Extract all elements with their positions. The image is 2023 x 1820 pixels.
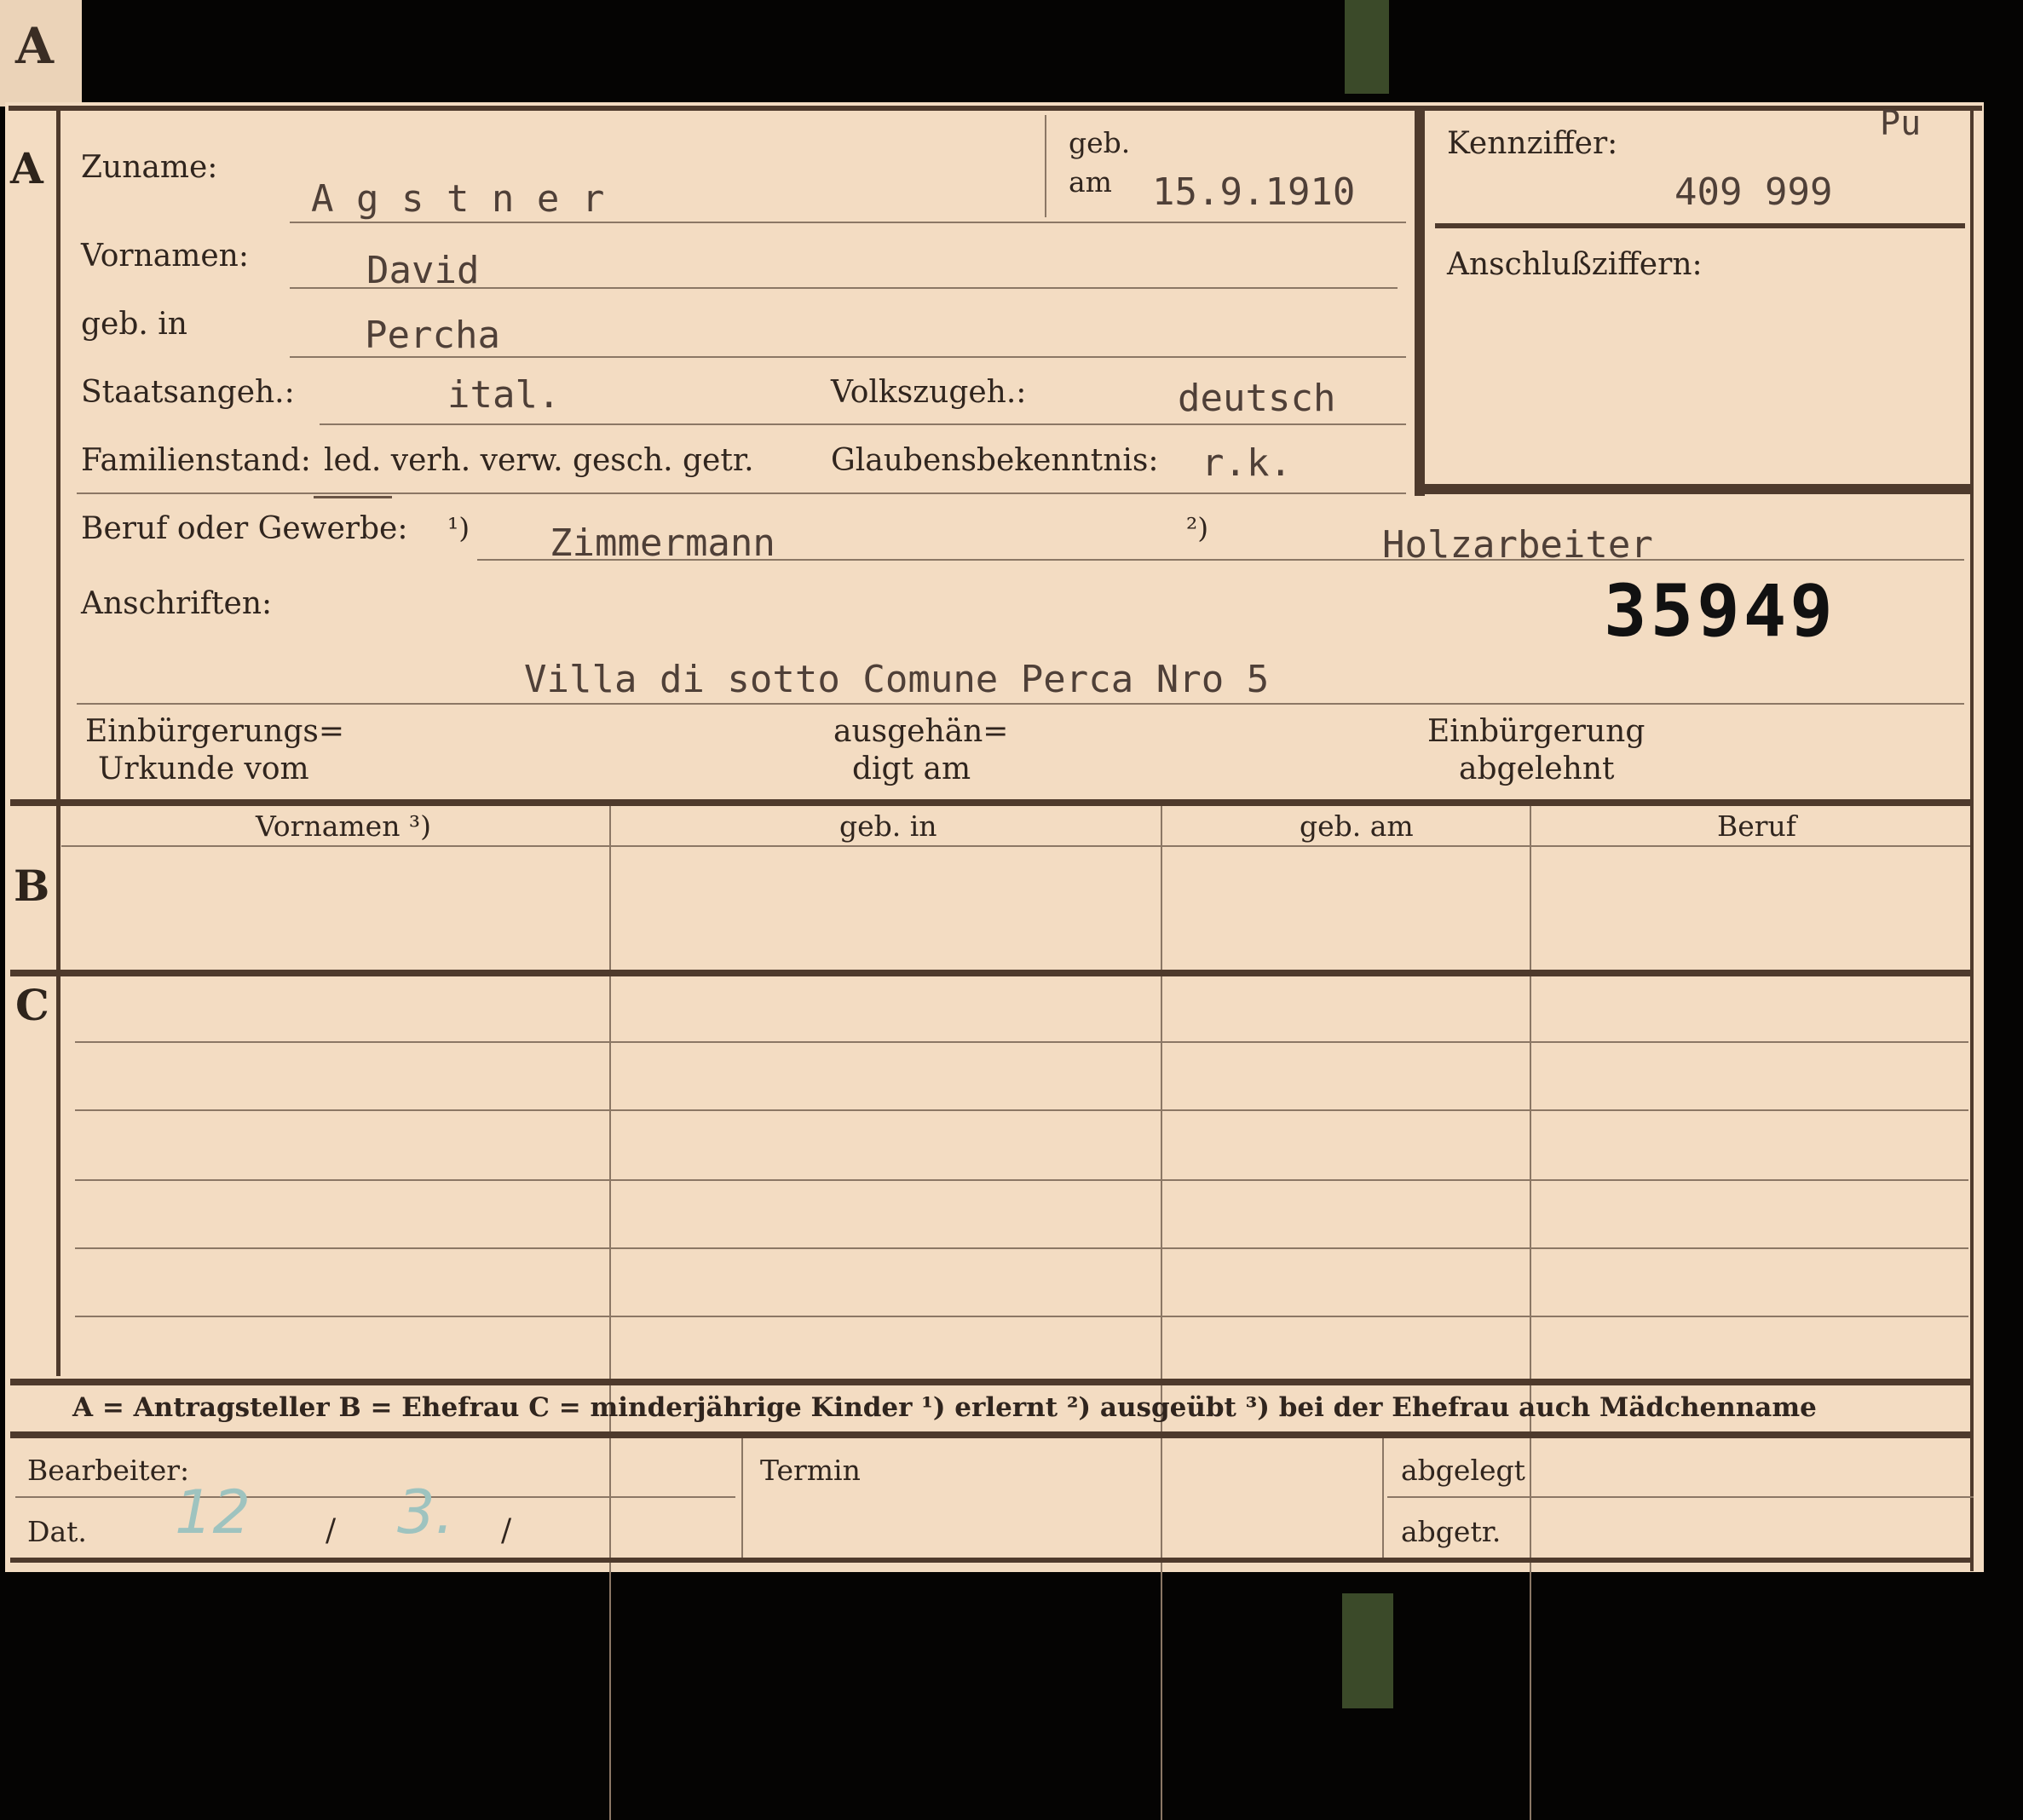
geb-in-label: geb. in <box>81 307 187 342</box>
left-margin-rule <box>56 111 61 1376</box>
zuname-value: A g s t n e r <box>311 177 605 221</box>
c-row-line-1 <box>75 1041 1968 1043</box>
familienstand-label: Familienstand: <box>81 443 311 478</box>
volkszugeh-label: Volkszugeh.: <box>831 375 1027 410</box>
vornamen-value: David <box>366 249 480 292</box>
b-col-divider-1 <box>609 806 611 1820</box>
section-c-letter: C <box>15 980 49 1030</box>
einb-abgelehnt-line2: abgelehnt <box>1459 752 1615 786</box>
film-edge-top <box>1345 0 1389 94</box>
section-c-top-rule <box>10 970 1974 976</box>
anschriften-value: Villa di sotto Comune Perca Nro 5 <box>524 658 1270 701</box>
glaubens-value: r.k. <box>1202 441 1292 485</box>
kennziffer-box-bottom <box>1415 484 1974 494</box>
zuname-divider <box>1045 115 1046 217</box>
dat-sep-2: / <box>501 1513 512 1548</box>
anschluss-label: Anschlußziffern: <box>1447 247 1703 282</box>
c-row-line-2 <box>75 1109 1968 1111</box>
c-row-line-3 <box>75 1179 1968 1181</box>
bearbeiter-underline <box>15 1496 735 1498</box>
b-header-geb-am: geb. am <box>1300 809 1414 843</box>
b-col-divider-2 <box>1161 806 1162 1820</box>
ausgehaendigt-line2: digt am <box>852 752 971 786</box>
beruf-underline <box>477 559 1964 561</box>
vornamen-underline <box>290 287 1398 289</box>
geb-in-value: Percha <box>365 314 500 357</box>
c-row-line-5 <box>75 1316 1968 1317</box>
anschriften-underline <box>77 703 1964 705</box>
familienstand-underline <box>77 492 1406 494</box>
staatsangeh-value: ital. <box>447 373 561 417</box>
familienstand-options: led. verh. verw. gesch. getr. <box>324 443 754 478</box>
familienstand-mark <box>314 496 392 498</box>
bearbeiter-label: Bearbeiter: <box>27 1454 190 1487</box>
beruf-label: Beruf oder Gewerbe: <box>81 511 408 546</box>
section-b-letter: B <box>14 861 50 911</box>
vornamen-label: Vornamen: <box>81 239 249 274</box>
card-bottom-rule <box>10 1558 1974 1563</box>
kennziffer-box-left <box>1415 111 1425 496</box>
abgelegt-label: abgelegt <box>1401 1454 1525 1487</box>
kennziffer-corner-note: Pu <box>1880 104 1922 143</box>
geb-am-value: 15.9.1910 <box>1152 170 1356 214</box>
film-edge-bottom <box>1342 1593 1393 1708</box>
einb-urkunde-line2: Urkunde vom <box>98 752 309 786</box>
einb-urkunde-line1: Einbürgerungs= <box>85 714 345 749</box>
footer-divider-1 <box>741 1438 743 1558</box>
dat-label: Dat. <box>27 1515 87 1548</box>
dat-sep-1: / <box>326 1513 337 1548</box>
abgetr-label: abgetr. <box>1401 1515 1501 1548</box>
kennziffer-value: 409 999 <box>1674 170 1833 214</box>
zuname-underline <box>290 222 1406 223</box>
legend-bottom-rule <box>10 1431 1974 1438</box>
section-a-letter: A <box>10 143 43 193</box>
kennziffer-divider <box>1435 223 1965 228</box>
anschriften-label: Anschriften: <box>81 586 273 621</box>
ausgehaendigt-line1: ausgehän= <box>833 714 1009 749</box>
footer-divider-2 <box>1382 1438 1384 1558</box>
abgelegt-underline <box>1387 1496 1974 1498</box>
staatsangeh-label: Staatsangeh.: <box>81 375 295 410</box>
b-header-geb-in: geb. in <box>839 809 937 843</box>
section-c-bottom-rule <box>10 1379 1974 1385</box>
staatsangeh-underline <box>320 423 1406 425</box>
am-label: am <box>1069 165 1112 199</box>
b-header-beruf: Beruf <box>1717 809 1797 843</box>
tab-letter: A <box>15 17 55 75</box>
dat-month-handwritten: 3. <box>397 1477 454 1547</box>
geb-in-underline <box>290 356 1406 358</box>
volkszugeh-value: deutsch <box>1178 377 1336 420</box>
b-header-vornamen: Vornamen ³) <box>256 809 432 843</box>
geb-label: geb. <box>1069 126 1131 159</box>
termin-label: Termin <box>760 1454 861 1487</box>
zuname-label: Zuname: <box>81 150 218 185</box>
c-row-line-4 <box>75 1247 1968 1249</box>
section-b-top-rule <box>10 799 1974 806</box>
card-top-rule <box>9 106 1982 111</box>
beruf-mark-2: ²) <box>1186 511 1209 544</box>
right-border <box>1970 106 1974 1571</box>
legend-text: A = Antragsteller B = Ehefrau C = minder… <box>72 1392 1817 1423</box>
registration-stamp-number: 35949 <box>1604 569 1836 653</box>
beruf-mark-1: ¹) <box>447 511 470 544</box>
einb-abgelehnt-line1: Einbürgerung <box>1427 714 1645 749</box>
b-col-divider-3 <box>1530 806 1531 1820</box>
b-header-underline <box>61 845 1970 847</box>
dat-day-handwritten: 12 <box>175 1477 251 1547</box>
glaubens-label: Glaubensbekenntnis: <box>831 443 1159 478</box>
kennziffer-label: Kennziffer: <box>1447 126 1618 161</box>
